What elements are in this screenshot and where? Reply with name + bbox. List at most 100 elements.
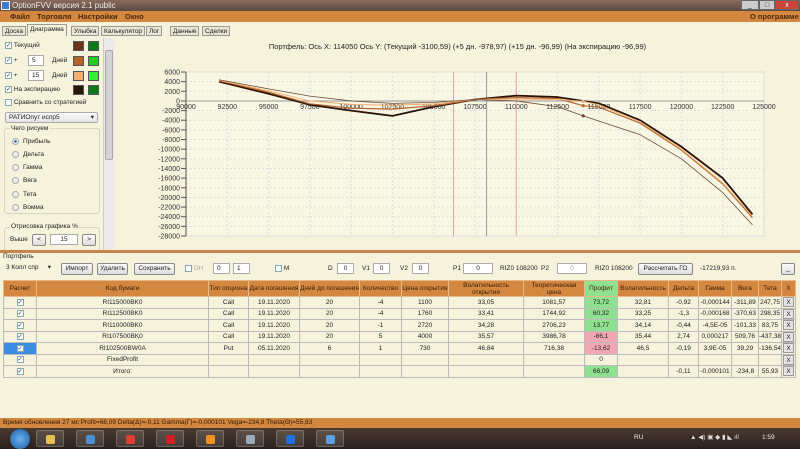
- color-picker-5days-1[interactable]: [73, 56, 84, 66]
- series-expiry-checkbox[interactable]: ✓: [5, 85, 12, 93]
- menu-file[interactable]: Файл: [10, 11, 30, 22]
- column-header[interactable]: X: [781, 280, 797, 297]
- color-picker-current-1[interactable]: [73, 41, 84, 51]
- calc-checkbox-cell[interactable]: ✓: [3, 365, 37, 378]
- taskbar-app-explorer[interactable]: [36, 430, 64, 447]
- remove-row-button[interactable]: X: [783, 343, 795, 354]
- column-header[interactable]: Цена открытия: [401, 280, 449, 297]
- menu-settings[interactable]: Настройки: [78, 11, 118, 22]
- taskbar-app-yandex-browser[interactable]: [156, 430, 184, 447]
- color-picker-current-2[interactable]: [88, 41, 99, 51]
- color-picker-expiry-2[interactable]: [88, 85, 99, 95]
- tab-deals[interactable]: Сделки: [202, 26, 231, 36]
- taskbar-app-optionfvv[interactable]: [316, 430, 344, 447]
- series-current-checkbox[interactable]: ✓: [5, 41, 12, 49]
- start-button[interactable]: [10, 429, 30, 449]
- column-header[interactable]: Расчет: [3, 280, 37, 297]
- dh-checkbox[interactable]: DH: [185, 264, 203, 274]
- calc-checkbox-cell[interactable]: ✓: [3, 319, 37, 332]
- column-header[interactable]: Дата погашения: [248, 280, 300, 297]
- calc-checkbox-cell[interactable]: ✓: [3, 307, 37, 320]
- close-button[interactable]: x: [775, 0, 799, 10]
- color-picker-15days-2[interactable]: [88, 71, 99, 81]
- calc-checkbox[interactable]: ✓: [16, 356, 24, 364]
- column-header[interactable]: Вега: [731, 280, 759, 297]
- series-15days-checkbox[interactable]: ✓: [5, 71, 12, 79]
- calc-checkbox-cell[interactable]: ✓: [3, 342, 37, 355]
- days-input-2[interactable]: 15: [28, 70, 44, 81]
- delete-button[interactable]: Удалить: [97, 263, 128, 275]
- calc-checkbox[interactable]: ✓: [16, 298, 24, 306]
- tab-diagram[interactable]: Диаграмма: [27, 24, 67, 36]
- decrease-button[interactable]: <: [32, 234, 46, 246]
- calc-checkbox[interactable]: ✓: [16, 367, 24, 375]
- remove-row-button[interactable]: X: [783, 331, 795, 342]
- column-header[interactable]: Теоретическая цена: [523, 280, 585, 297]
- left-panel-scrollbar[interactable]: [103, 38, 114, 250]
- tab-log[interactable]: Лог: [146, 26, 163, 36]
- column-header[interactable]: Количество: [359, 280, 402, 297]
- import-button[interactable]: Импорт: [61, 263, 93, 275]
- color-picker-15days-1[interactable]: [73, 71, 84, 81]
- calc-checkbox-cell[interactable]: ✓: [3, 330, 37, 343]
- column-header[interactable]: Код бумаги: [36, 280, 209, 297]
- taskbar-app-tool[interactable]: [236, 430, 264, 447]
- radio-vomma[interactable]: Вомма: [12, 203, 44, 213]
- column-header[interactable]: Дельта: [668, 280, 699, 297]
- color-picker-5days-2[interactable]: [88, 56, 99, 66]
- column-header[interactable]: Тета: [757, 280, 783, 297]
- radio-gamma[interactable]: Гамма: [12, 163, 42, 173]
- minimize-button[interactable]: _: [741, 0, 759, 10]
- remove-row-button[interactable]: X: [783, 308, 795, 319]
- scrollbar-thumb[interactable]: [105, 50, 113, 160]
- column-header[interactable]: Гамма: [698, 280, 732, 297]
- column-header[interactable]: Волатильность: [617, 280, 669, 297]
- tray-icons[interactable]: ▲ ◀) ▣ ◆ ▮ ◣ ıll: [690, 433, 739, 443]
- spin-input-1[interactable]: 0: [213, 263, 230, 274]
- m-checkbox[interactable]: M: [275, 264, 289, 274]
- v2-input[interactable]: 0: [412, 263, 429, 274]
- calc-checkbox-cell[interactable]: ✓: [3, 296, 37, 309]
- calc-checkbox[interactable]: ✓: [16, 333, 24, 341]
- table-row[interactable]: ✓ RI107500BK0 Call 19.11.2020 20 5 4000 35,57 39…: [3, 330, 797, 343]
- remove-row-button[interactable]: X: [783, 320, 795, 331]
- spin-input-2[interactable]: 1: [233, 263, 250, 274]
- color-picker-expiry-1[interactable]: [73, 85, 84, 95]
- radio-delta[interactable]: Дельта: [12, 150, 44, 160]
- tab-board[interactable]: Доска: [2, 26, 26, 36]
- column-header[interactable]: Тип опциона: [208, 280, 249, 297]
- radio-theta[interactable]: Тета: [12, 190, 37, 200]
- remove-row-button[interactable]: X: [783, 354, 795, 365]
- portfolio-select[interactable]: 3 Колл спр ▾: [3, 263, 53, 274]
- p2-input[interactable]: 0: [557, 263, 587, 274]
- menu-about[interactable]: О программе: [750, 11, 799, 22]
- tab-calculator[interactable]: Калькулятор: [101, 26, 146, 36]
- column-header[interactable]: Профит: [584, 280, 618, 297]
- increase-button[interactable]: >: [82, 234, 96, 246]
- series-5days-checkbox[interactable]: ✓: [5, 56, 12, 64]
- remove-row-button[interactable]: X: [783, 366, 795, 377]
- clock[interactable]: 1:59: [762, 433, 775, 443]
- column-header[interactable]: Волатильность открытия: [448, 280, 524, 297]
- calc-checkbox[interactable]: ✓: [16, 344, 24, 352]
- calculate-margin-button[interactable]: Рассчитать ГО: [638, 263, 693, 275]
- remove-row-button[interactable]: X: [783, 297, 795, 308]
- p1-input[interactable]: 0: [463, 263, 493, 274]
- table-row[interactable]: ✓ Итого: 68,09 -0,11 -0,000101 -234,8 55,93 X: [3, 365, 797, 378]
- strategy-select[interactable]: РАТИОпут испр5 ▾: [5, 112, 98, 123]
- menu-window[interactable]: Окно: [125, 11, 144, 22]
- calc-checkbox[interactable]: ✓: [16, 321, 24, 329]
- table-row[interactable]: ✓ RI110000BK0 Call 19.11.2020 20 -1 2720 34,28 2…: [3, 319, 797, 332]
- table-row[interactable]: ✓ FixedProfit 0 X: [3, 353, 797, 366]
- tab-data[interactable]: Данные: [170, 26, 200, 36]
- compare-checkbox[interactable]: [5, 98, 12, 106]
- taskbar-app-media-player[interactable]: [196, 430, 224, 447]
- save-button[interactable]: Сохранить: [134, 263, 175, 275]
- days-input-1[interactable]: 5: [28, 55, 44, 66]
- menu-trade[interactable]: Торговля: [37, 11, 72, 22]
- table-row[interactable]: ✓ RI102500BW0A Put 05.11.2020 6 1 730 46,84 716,…: [3, 342, 797, 355]
- v1-input[interactable]: 0: [373, 263, 390, 274]
- tab-smile[interactable]: Улыбка: [71, 26, 100, 36]
- radio-vega[interactable]: Вега: [12, 176, 37, 186]
- maximize-button[interactable]: □: [759, 0, 775, 10]
